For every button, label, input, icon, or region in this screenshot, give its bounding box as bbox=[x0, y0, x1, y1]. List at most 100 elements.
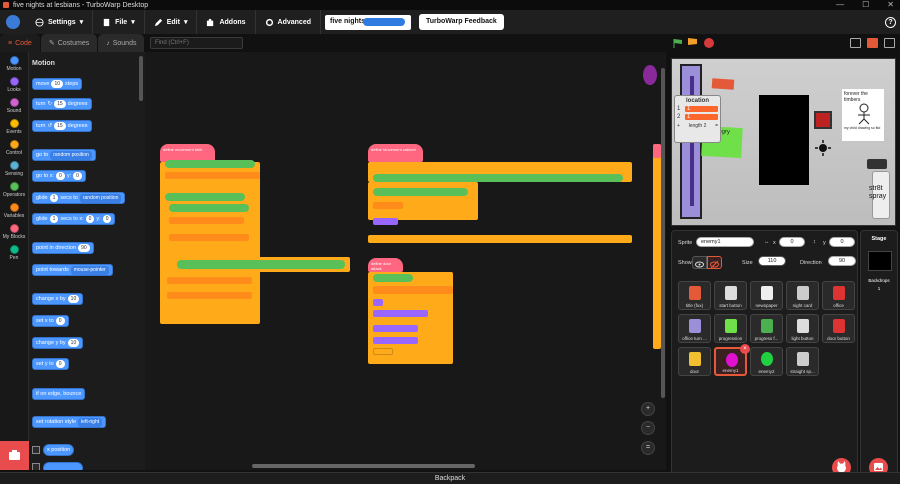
block-dropdown[interactable]: mouse-pointer bbox=[70, 265, 109, 275]
advanced-menu[interactable]: Advanced bbox=[256, 10, 321, 34]
sprite-thumbnail[interactable]: enemy2 bbox=[750, 347, 783, 376]
block-dropdown[interactable]: random position bbox=[79, 193, 122, 203]
looks-block[interactable] bbox=[373, 337, 418, 344]
edit-menu[interactable]: Edit ▾ bbox=[145, 10, 198, 34]
script-body[interactable] bbox=[653, 144, 661, 349]
list-monitor[interactable]: location 11 21 + length 2 = bbox=[674, 95, 721, 143]
x-position-checkbox[interactable] bbox=[32, 446, 40, 454]
block-input[interactable]: 15 bbox=[54, 100, 66, 108]
turbowarp-logo[interactable] bbox=[6, 15, 20, 29]
looks-block[interactable] bbox=[373, 299, 383, 306]
block-dropdown[interactable]: random position bbox=[50, 150, 92, 160]
close-button[interactable]: ✕ bbox=[887, 0, 894, 9]
sprite-thumbnail[interactable]: progression bbox=[714, 314, 747, 343]
sprite-thumbnail[interactable]: straight sp... bbox=[786, 347, 819, 376]
operator-block[interactable] bbox=[373, 274, 413, 282]
show-visible-button[interactable] bbox=[692, 256, 707, 269]
change-y-block[interactable]: change y by 10 bbox=[32, 337, 84, 349]
zoom-in-button[interactable]: + bbox=[641, 402, 655, 416]
resize-handle[interactable]: = bbox=[715, 123, 718, 129]
script-body[interactable] bbox=[160, 162, 260, 324]
maximize-button[interactable]: ☐ bbox=[862, 0, 869, 9]
find-input[interactable]: Find (Ctrl+F) bbox=[150, 37, 243, 49]
stop-button[interactable] bbox=[704, 38, 714, 48]
operator-block[interactable] bbox=[373, 188, 468, 196]
vertical-scrollbar[interactable] bbox=[661, 68, 665, 398]
y-position-reporter[interactable] bbox=[43, 462, 83, 470]
operator-block[interactable] bbox=[169, 204, 249, 212]
turn-right-block[interactable]: turn ↻ 15 degrees bbox=[32, 98, 92, 110]
move-steps-block[interactable]: move 10 steps bbox=[32, 78, 83, 90]
direction-input[interactable]: 90 bbox=[828, 256, 856, 266]
glide-xy-block[interactable]: glide 1 secs to x: 0 y: 0 bbox=[32, 213, 116, 225]
stage-canvas[interactable]: forever the timbers my child drawing so … bbox=[671, 58, 896, 226]
horizontal-scrollbar[interactable] bbox=[252, 464, 475, 468]
file-menu[interactable]: File ▾ bbox=[93, 10, 145, 34]
looks-block[interactable] bbox=[373, 218, 398, 225]
variable-block[interactable] bbox=[165, 172, 260, 179]
category-my-blocks[interactable]: My Blocks bbox=[0, 224, 28, 245]
block-input[interactable]: 0 bbox=[56, 172, 65, 180]
variable-block[interactable] bbox=[169, 234, 249, 241]
rotation-style-block[interactable]: set rotation style left-right bbox=[32, 416, 107, 428]
add-extension-button[interactable] bbox=[0, 441, 29, 470]
x-position-reporter[interactable]: x position bbox=[43, 444, 75, 456]
sprite-thumbnail[interactable]: newspaper bbox=[750, 281, 783, 310]
tab-code[interactable]: ≡ Code bbox=[0, 34, 40, 52]
set-y-block[interactable]: set y to 0 bbox=[32, 358, 69, 370]
variable-block[interactable] bbox=[167, 277, 252, 284]
define-hat-block[interactable]: define door attack bbox=[368, 258, 403, 272]
block-input[interactable]: 0 bbox=[55, 317, 65, 325]
variable-block[interactable] bbox=[169, 217, 244, 224]
go-to-xy-block[interactable]: go to x: 0 y: 0 bbox=[32, 170, 86, 182]
variable-block[interactable] bbox=[373, 202, 403, 209]
sprite-thumbnail[interactable]: office turn ... bbox=[678, 314, 711, 343]
zoom-reset-button[interactable]: = bbox=[641, 441, 655, 455]
stage-selector[interactable]: Stage Backdrops 1 bbox=[860, 230, 898, 476]
category-looks[interactable]: Looks bbox=[0, 77, 28, 98]
project-title-input[interactable]: five nights a bbox=[325, 14, 411, 30]
go-to-block[interactable]: go to random position bbox=[32, 149, 96, 161]
define-hat-block[interactable]: define Movement cabinet bbox=[368, 144, 423, 162]
delete-sprite-icon[interactable]: × bbox=[740, 344, 750, 354]
change-x-block[interactable]: change x by 10 bbox=[32, 293, 84, 305]
block-input[interactable]: 0 bbox=[85, 215, 95, 223]
sprite-thumbnail[interactable]: progress f... bbox=[750, 314, 783, 343]
looks-block[interactable] bbox=[373, 325, 418, 332]
list-row[interactable]: 11 bbox=[677, 106, 718, 112]
block-input[interactable]: 10 bbox=[67, 339, 80, 347]
operator-block[interactable] bbox=[177, 260, 345, 269]
if-end-block[interactable] bbox=[368, 235, 632, 243]
sprite-thumbnail[interactable]: office bbox=[822, 281, 855, 310]
operator-block[interactable] bbox=[373, 174, 623, 182]
fullscreen-button[interactable] bbox=[884, 38, 895, 48]
category-events[interactable]: Events bbox=[0, 119, 28, 140]
block-input[interactable]: 1 bbox=[49, 215, 59, 223]
block-input[interactable]: 0 bbox=[55, 360, 65, 368]
block-input[interactable]: 10 bbox=[51, 80, 64, 88]
variable-block[interactable] bbox=[167, 292, 252, 299]
category-operators[interactable]: Operators bbox=[0, 182, 28, 203]
show-hidden-button[interactable] bbox=[707, 256, 722, 269]
category-motion[interactable]: Motion bbox=[0, 56, 28, 77]
settings-menu[interactable]: Settings ▾ bbox=[26, 10, 94, 34]
operator-block[interactable] bbox=[165, 160, 255, 168]
block-input[interactable]: 15 bbox=[54, 122, 66, 130]
turn-left-block[interactable]: turn ↺ 15 degrees bbox=[32, 120, 92, 132]
palette-scrollbar[interactable] bbox=[139, 56, 143, 101]
block-dropdown[interactable]: left-right bbox=[78, 417, 103, 427]
addons-menu[interactable]: Addons bbox=[197, 10, 256, 34]
operator-block[interactable] bbox=[165, 193, 245, 201]
block-input[interactable]: 1 bbox=[49, 194, 59, 202]
backpack-bar[interactable]: Backpack bbox=[0, 472, 900, 484]
category-pen[interactable]: Pen bbox=[0, 245, 28, 266]
category-sound[interactable]: Sound bbox=[0, 98, 28, 119]
x-input[interactable]: 0 bbox=[779, 237, 805, 247]
looks-block[interactable] bbox=[373, 310, 428, 317]
code-workspace[interactable]: define movement bleh define Movement cab… bbox=[145, 52, 666, 470]
sprite-thumbnail[interactable]: enemy1 × bbox=[714, 344, 750, 376]
sprite-thumbnail[interactable]: door button bbox=[822, 314, 855, 343]
define-hat-block[interactable] bbox=[653, 144, 661, 158]
large-stage-button[interactable] bbox=[867, 38, 878, 48]
category-variables[interactable]: Variables bbox=[0, 203, 28, 224]
